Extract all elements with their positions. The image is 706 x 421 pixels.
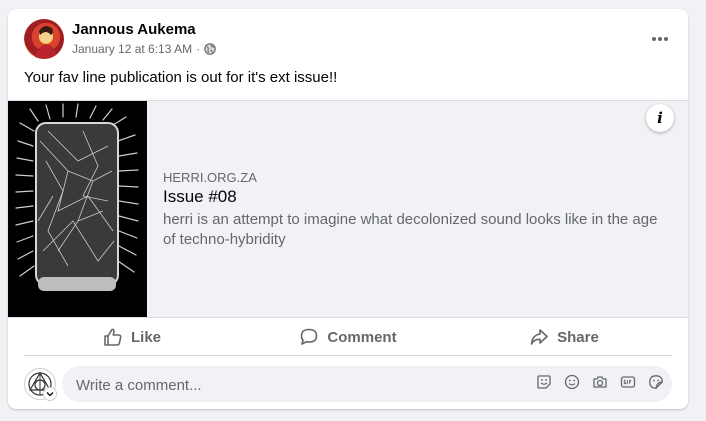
globe-icon[interactable] [204, 43, 216, 55]
thumbs-up-icon [104, 328, 122, 346]
author-name[interactable]: Jannous Aukema [72, 21, 196, 38]
post-meta: January 12 at 6:13 AM · [72, 42, 216, 56]
post-timestamp[interactable]: January 12 at 6:13 AM [72, 42, 192, 56]
like-button[interactable]: Like [24, 319, 240, 355]
share-label: Share [557, 328, 599, 346]
camera-icon[interactable] [592, 374, 608, 390]
smiley-icon[interactable] [564, 374, 580, 390]
share-icon [530, 329, 548, 345]
share-button[interactable]: Share [456, 319, 672, 355]
more-options-button[interactable] [648, 27, 672, 51]
link-description: herri is an attempt to imagine what deco… [163, 211, 658, 248]
link-title[interactable]: Issue #08 [163, 187, 237, 207]
post-card: Jannous Aukema January 12 at 6:13 AM · Y… [8, 9, 688, 409]
sticker-icon[interactable] [648, 374, 664, 390]
info-button[interactable]: i [646, 104, 674, 132]
comment-box [62, 366, 672, 404]
comment-label: Comment [327, 328, 397, 346]
emoji-sticker-icon[interactable] [536, 374, 552, 390]
more-icon [652, 37, 668, 41]
action-bar: Like Comment Share [24, 319, 672, 356]
comment-input[interactable] [74, 366, 518, 404]
comment-icon [301, 328, 318, 345]
link-domain: HERRI.ORG.ZA [163, 170, 257, 185]
comment-tools [536, 374, 664, 390]
like-label: Like [130, 328, 161, 346]
comment-composer [24, 366, 672, 404]
author-avatar[interactable] [24, 19, 64, 59]
link-thumbnail[interactable] [8, 101, 147, 317]
chevron-down-icon[interactable] [44, 388, 56, 400]
link-preview[interactable]: i HERRI.ORG.ZA Issue #08 herri is an att… [8, 100, 688, 318]
comment-button[interactable]: Comment [240, 319, 456, 355]
meta-separator: · [196, 42, 201, 56]
gif-icon[interactable] [620, 374, 636, 390]
post-text: Your fav line publication is out for it'… [24, 69, 338, 86]
